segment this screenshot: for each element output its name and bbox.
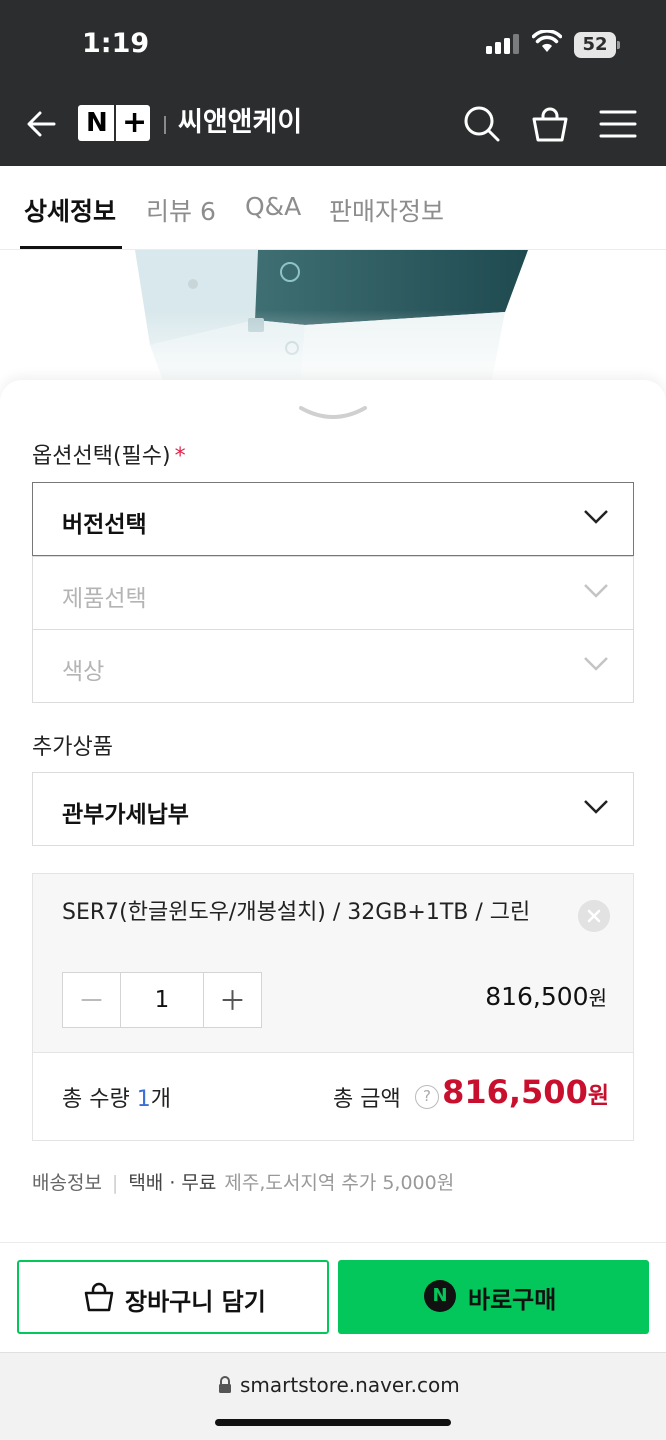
select-label: 관부가세납부: [62, 802, 189, 828]
buy-now-button[interactable]: N 바로구매: [338, 1260, 649, 1334]
product-select[interactable]: 제품선택: [32, 556, 634, 630]
extra-product-label: 추가상품: [32, 735, 113, 760]
header-divider: [164, 116, 166, 134]
select-label: 제품선택: [62, 586, 147, 612]
home-indicator[interactable]: [215, 1419, 451, 1426]
minus-icon[interactable]: [63, 973, 121, 1027]
extra-product-select[interactable]: 관부가세납부: [32, 772, 634, 846]
delivery-label: 배송정보: [32, 1172, 102, 1194]
browser-url-bar[interactable]: smartstore.naver.com: [0, 1352, 666, 1440]
active-tab-indicator: [20, 246, 122, 249]
store-name[interactable]: 씨앤앤케이: [178, 104, 302, 142]
chevron-down-icon: [584, 584, 608, 598]
delivery-info: 배송정보 | 택배 · 무료 제주,도서지역 추가 5,000원: [32, 1172, 455, 1194]
battery-level: 52: [574, 32, 616, 58]
wifi-icon: [532, 30, 562, 52]
purchase-option-sheet: 옵션선택(필수) * 버전선택 제품선택 색상 추가상품 관부가세납부: [0, 380, 666, 1350]
required-mark: *: [174, 444, 186, 469]
total-amount-label: 총 금액: [333, 1087, 401, 1112]
remove-item-icon[interactable]: [578, 900, 610, 932]
logo-plus: +: [122, 105, 148, 140]
product-tabs: 상세정보 리뷰 6 Q&A 판매자정보: [0, 166, 666, 250]
chevron-down-icon: [584, 800, 608, 814]
help-icon[interactable]: ?: [415, 1085, 439, 1109]
add-to-cart-button[interactable]: 장바구니 담기: [17, 1260, 329, 1334]
tab-reviews[interactable]: 리뷰 6: [146, 192, 216, 228]
chevron-down-icon: [584, 657, 608, 671]
select-label: 색상: [62, 659, 105, 685]
cellular-signal-icon: [486, 34, 520, 54]
selected-item-name: SER7(한글윈도우/개봉설치) / 32GB+1TB / 그린: [62, 900, 531, 925]
search-icon[interactable]: [462, 104, 502, 144]
selected-option-card: SER7(한글윈도우/개봉설치) / 32GB+1TB / 그린 1 816,5…: [32, 873, 634, 1141]
tab-detail[interactable]: 상세정보: [24, 192, 116, 228]
menu-icon[interactable]: [598, 104, 638, 144]
bottom-action-bar: 장바구니 담기 N 바로구매: [0, 1242, 666, 1352]
shopping-bag-icon[interactable]: [530, 104, 570, 144]
item-price: 816,500원: [485, 982, 607, 1011]
shopping-bag-icon: [84, 1282, 114, 1312]
lock-icon: [219, 1376, 231, 1393]
delivery-method: 택배 · 무료: [128, 1172, 217, 1194]
status-time: 1:19: [82, 28, 150, 59]
status-bar: 1:19 52: [0, 0, 666, 88]
color-select[interactable]: 색상: [32, 629, 634, 703]
quantity-stepper: 1: [62, 972, 262, 1028]
buy-button-label: 바로구매: [468, 1286, 557, 1314]
total-quantity: 총 수량 1개: [62, 1087, 171, 1112]
select-label: 버전선택: [62, 512, 147, 538]
url-text: smartstore.naver.com: [240, 1373, 460, 1397]
total-summary: 총 수량 1개 총 금액 ? 816,500원: [33, 1052, 633, 1140]
delivery-note: 제주,도서지역 추가 5,000원: [224, 1172, 455, 1194]
total-price: 816,500원: [442, 1073, 609, 1111]
naver-pay-icon: N: [424, 1280, 456, 1312]
tab-qna[interactable]: Q&A: [245, 192, 301, 221]
sheet-collapse-handle-icon[interactable]: [298, 402, 368, 422]
version-select[interactable]: 버전선택: [32, 482, 634, 556]
product-image: [0, 250, 666, 400]
app-header: N + 씨앤앤케이: [0, 88, 666, 166]
plus-icon[interactable]: [203, 973, 261, 1027]
chevron-down-icon: [584, 510, 608, 524]
naver-plus-logo[interactable]: N +: [78, 105, 150, 141]
tab-seller-info[interactable]: 판매자정보: [329, 192, 444, 228]
quantity-value: 1: [154, 987, 170, 1013]
logo-letter: N: [86, 108, 108, 138]
battery-icon: 52: [574, 32, 620, 58]
back-arrow-icon[interactable]: [24, 106, 60, 142]
required-option-label: 옵션선택(필수) *: [32, 444, 186, 469]
cart-button-label: 장바구니 담기: [125, 1288, 266, 1316]
